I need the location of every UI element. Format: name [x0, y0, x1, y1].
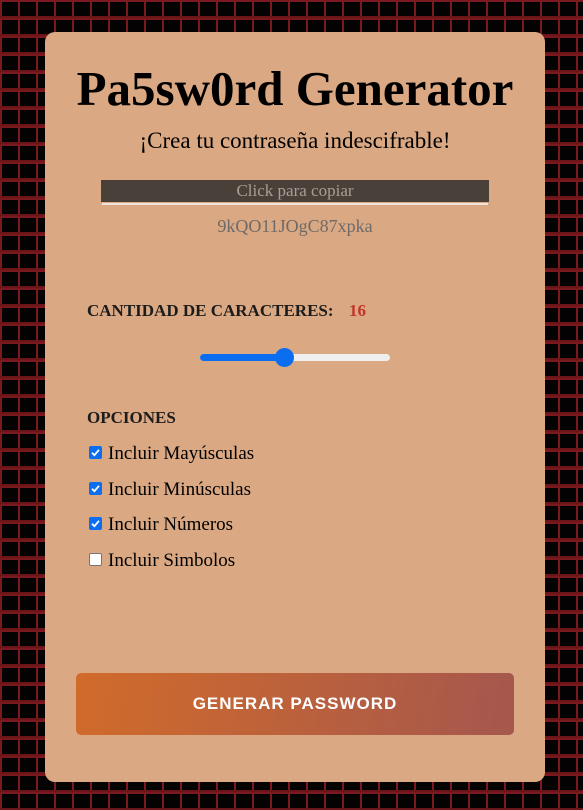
option-symbols[interactable]: Incluir Simbolos [89, 549, 235, 573]
symbols-checkbox[interactable] [89, 552, 102, 566]
options-label: OPCIONES [87, 408, 176, 427]
length-value: 16 [349, 301, 366, 320]
copy-button[interactable]: Click para copiar [101, 180, 489, 203]
length-slider[interactable] [200, 348, 390, 367]
option-uppercase-label: Incluir Mayúsculas [108, 443, 255, 464]
option-numbers[interactable]: Incluir Números [89, 513, 233, 537]
length-label: CANTIDAD DE CARACTERES: [87, 301, 334, 320]
option-uppercase[interactable]: Incluir Mayúsculas [89, 442, 254, 466]
length-slider-thumb[interactable] [274, 348, 294, 367]
option-symbols-label: Incluir Simbolos [108, 550, 236, 571]
option-lowercase[interactable]: Incluir Minúsculas [89, 478, 251, 502]
option-numbers-label: Incluir Números [108, 514, 234, 535]
numbers-checkbox[interactable] [89, 516, 102, 530]
page-title: Pa5sw0rd Generator [76, 61, 514, 116]
lowercase-checkbox[interactable] [89, 481, 102, 495]
generator-card: Pa5sw0rd Generator ¡Crea tu contraseña i… [45, 32, 545, 782]
generated-password[interactable]: 9kQO11JOgC87xpka [45, 216, 545, 237]
uppercase-checkbox[interactable] [89, 445, 102, 459]
page-subtitle: ¡Crea tu contraseña indescifrable! [139, 128, 451, 153]
option-lowercase-label: Incluir Minúsculas [108, 479, 252, 500]
length-slider-fill [200, 354, 284, 361]
generate-password-button[interactable]: GENERAR PASSWORD [76, 673, 514, 735]
